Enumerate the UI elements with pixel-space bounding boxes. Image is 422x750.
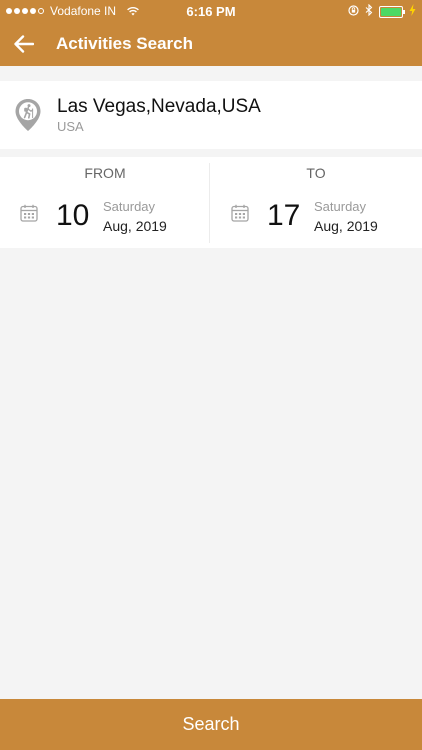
status-right bbox=[348, 3, 416, 19]
calendar-icon bbox=[20, 204, 38, 222]
back-button[interactable] bbox=[10, 30, 38, 58]
date-range-card: FROM 10 Saturday Aug, 2019 TO 17 Saturda… bbox=[0, 157, 422, 248]
activities-search-screen: Vodafone IN 6:16 PM Activities Search La… bbox=[0, 0, 422, 750]
to-date-picker[interactable]: TO 17 Saturday Aug, 2019 bbox=[211, 157, 421, 248]
page-title: Activities Search bbox=[56, 34, 194, 53]
search-button[interactable]: Search bbox=[0, 699, 422, 750]
rotation-lock-icon bbox=[348, 4, 359, 19]
to-day: 17 bbox=[267, 199, 301, 232]
location-selector[interactable]: Las Vegas,Nevada,USA USA bbox=[0, 81, 422, 149]
from-date-picker[interactable]: FROM 10 Saturday Aug, 2019 bbox=[0, 157, 210, 248]
arrow-left-icon bbox=[14, 35, 34, 53]
location-city: Las Vegas,Nevada,USA bbox=[57, 96, 261, 117]
bluetooth-icon bbox=[365, 3, 373, 19]
to-month-year: Aug, 2019 bbox=[314, 218, 378, 234]
from-day: 10 bbox=[56, 199, 90, 232]
charging-icon bbox=[409, 4, 416, 19]
hiker-pin-icon bbox=[14, 98, 42, 132]
to-label: TO bbox=[306, 165, 326, 181]
status-bar: Vodafone IN 6:16 PM bbox=[0, 0, 422, 22]
battery-level bbox=[381, 7, 401, 16]
to-weekday: Saturday bbox=[314, 199, 367, 214]
battery-icon bbox=[379, 5, 405, 18]
calendar-icon bbox=[231, 204, 249, 222]
from-weekday: Saturday bbox=[103, 199, 156, 214]
location-country: USA bbox=[57, 119, 84, 134]
app-header: Vodafone IN 6:16 PM Activities Search bbox=[0, 0, 422, 66]
from-month-year: Aug, 2019 bbox=[103, 218, 167, 234]
date-divider bbox=[209, 163, 210, 243]
from-label: FROM bbox=[84, 165, 126, 181]
nav-bar: Activities Search bbox=[0, 22, 422, 66]
